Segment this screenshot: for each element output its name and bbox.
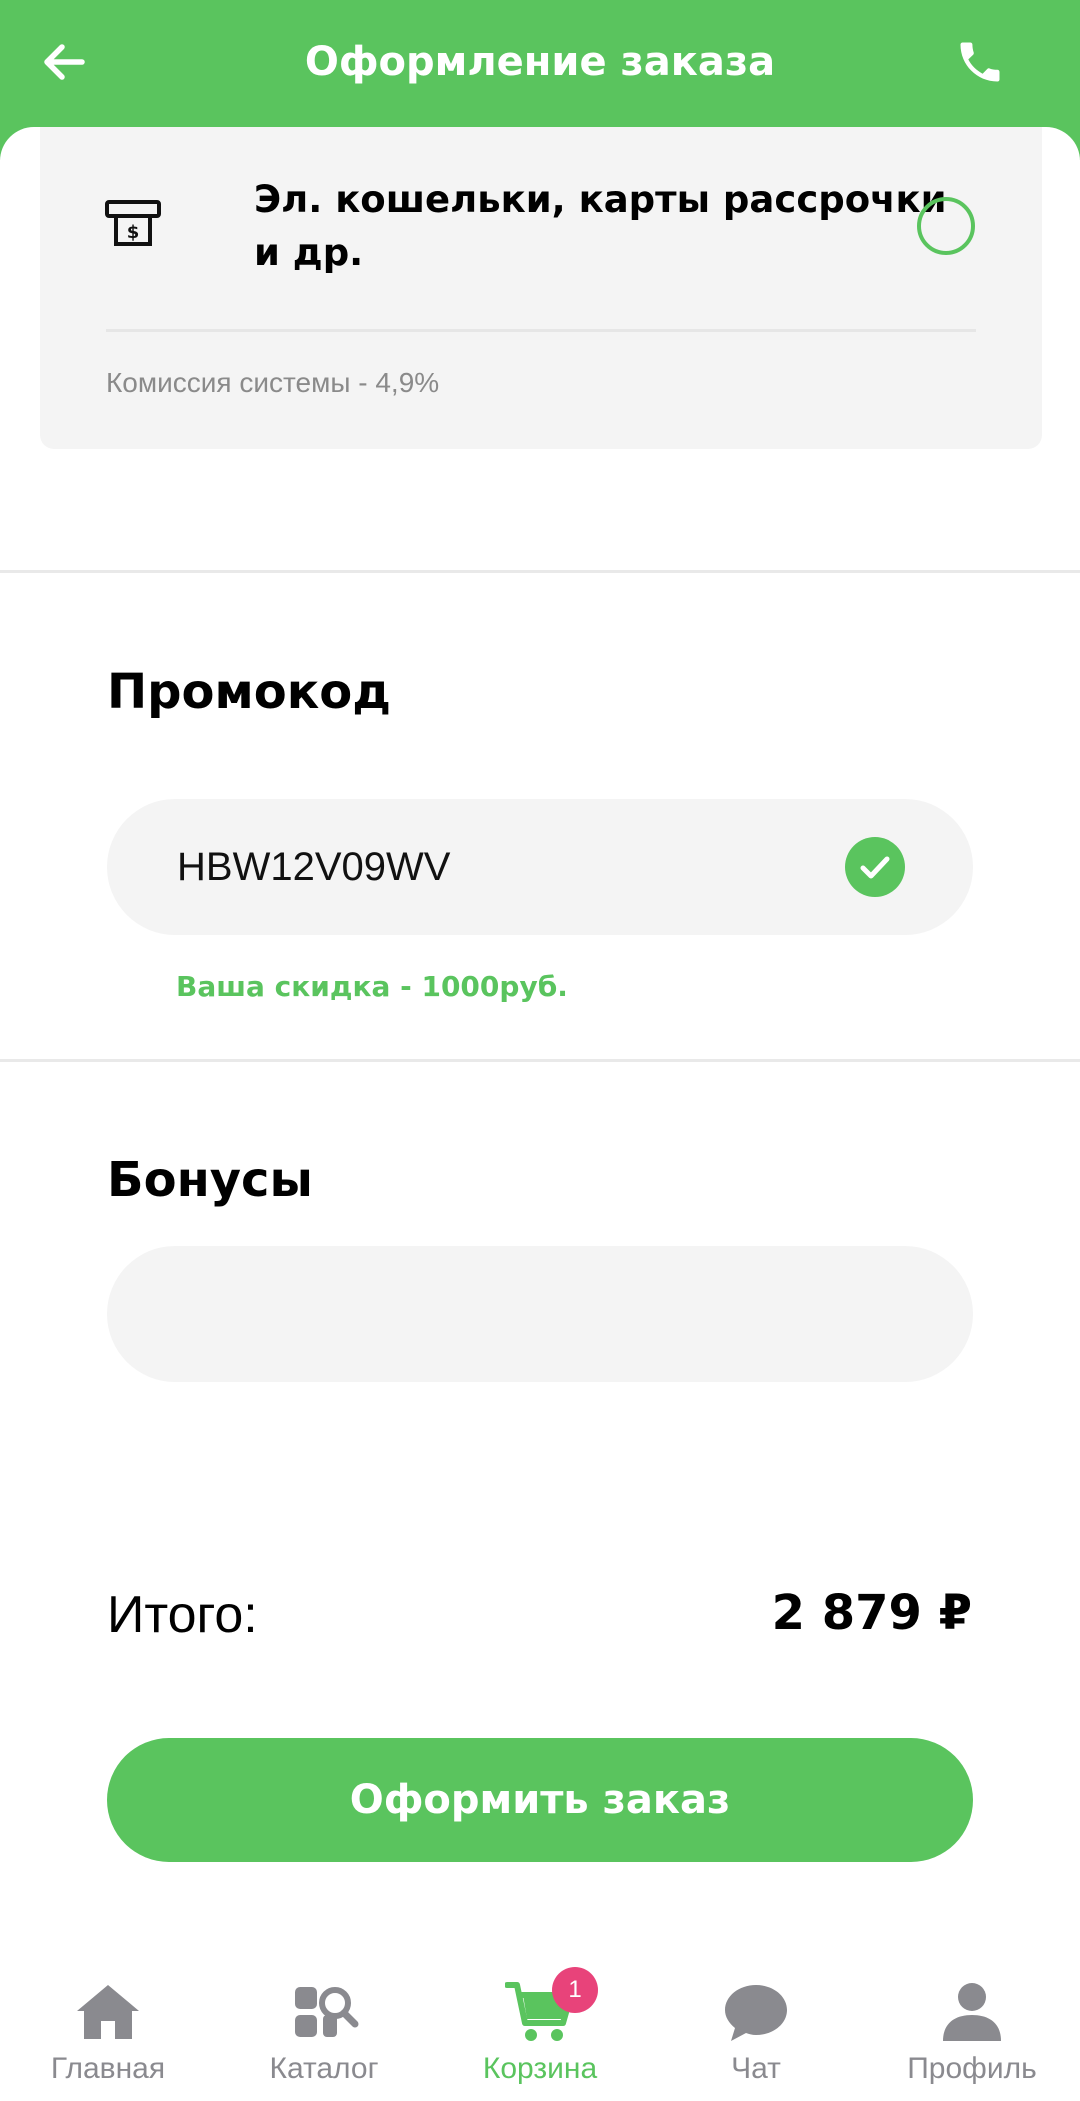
atm-cash-icon: $ (105, 200, 161, 246)
payment-fee-text: Комиссия системы - 4,9% (106, 367, 440, 398)
tab-chat-label: Чат (731, 2052, 781, 2085)
chat-bubble-icon (725, 1985, 787, 2041)
svg-text:$: $ (127, 222, 140, 243)
discount-message: Ваша скидка - 1000руб. (176, 970, 568, 1003)
tab-chat[interactable]: Чат (648, 1950, 864, 2101)
bonus-input[interactable] (107, 1246, 973, 1382)
phone-icon[interactable] (954, 36, 1006, 88)
section-divider (0, 1059, 1080, 1062)
section-divider (0, 570, 1080, 573)
tab-catalog[interactable]: Каталог (216, 1950, 432, 2101)
tab-home[interactable]: Главная (0, 1950, 216, 2101)
tab-home-label: Главная (50, 2052, 166, 2085)
page-title: Оформление заказа (304, 39, 776, 85)
promo-valid-check-icon (845, 837, 905, 897)
user-icon (943, 1983, 1001, 2041)
place-order-button[interactable]: Оформить заказ (107, 1738, 973, 1862)
tab-catalog-label: Каталог (269, 2052, 379, 2085)
tab-profile-label: Профиль (907, 2052, 1037, 2085)
promo-code-value: HBW12V09WV (177, 845, 451, 889)
payment-option-card[interactable]: $ Эл. кошельки, карты рассрочки и др. Ко… (40, 127, 1042, 449)
total-amount: 2 879 ₽ (771, 1585, 972, 1641)
promo-section-title: Промокод (107, 664, 392, 720)
catalog-search-icon (295, 1987, 359, 2037)
bottom-tab-bar: Главная Каталог 1 Корзина Чат Профиль (0, 1950, 1080, 2101)
tab-cart-label: Корзина (482, 2052, 598, 2085)
total-label: Итого: (107, 1586, 258, 1644)
promo-code-input[interactable]: HBW12V09WV (107, 799, 973, 935)
tab-profile[interactable]: Профиль (864, 1950, 1080, 2101)
divider (106, 329, 976, 332)
home-icon (77, 1985, 139, 2039)
tab-cart[interactable]: 1 Корзина (432, 1950, 648, 2101)
payment-option-radio[interactable] (917, 197, 975, 255)
bonus-section-title: Бонусы (107, 1152, 313, 1208)
payment-option-label: Эл. кошельки, карты рассрочки и др. (254, 178, 947, 274)
cart-count-badge: 1 (552, 1967, 598, 2013)
